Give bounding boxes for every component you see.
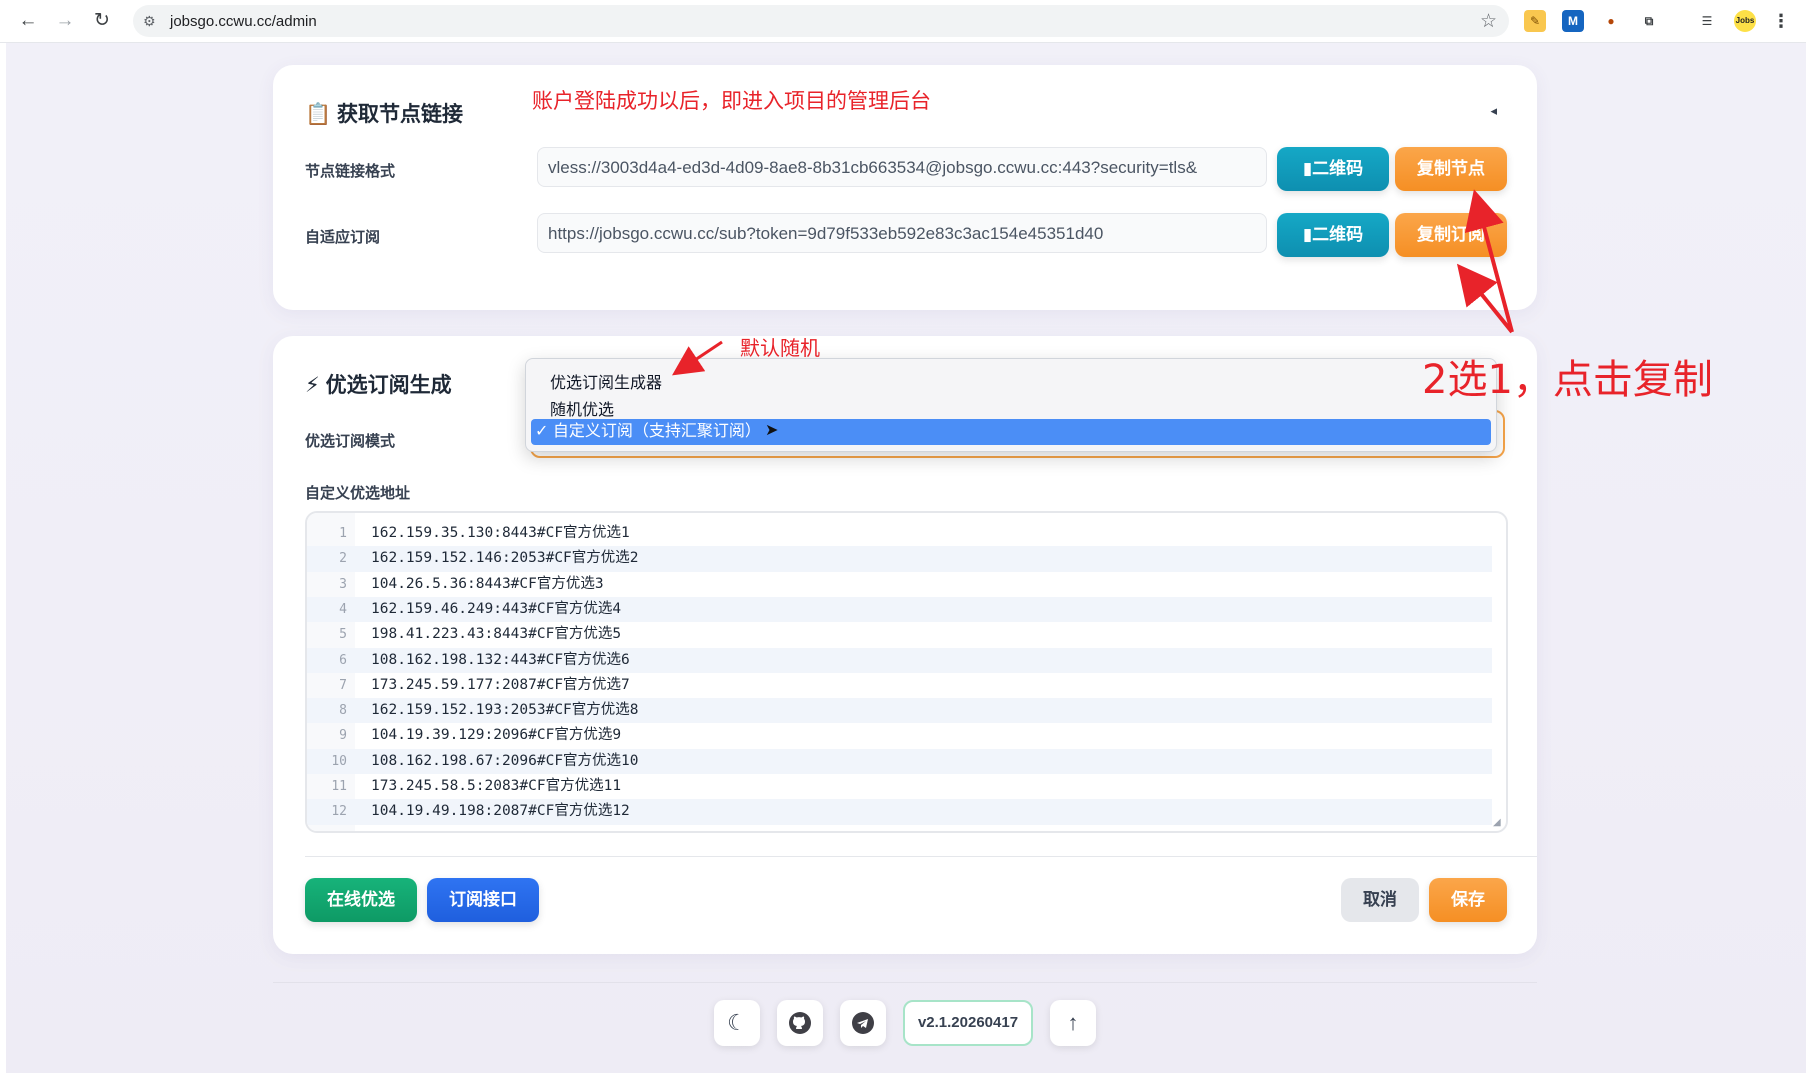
annotation-arrows <box>672 189 1514 376</box>
